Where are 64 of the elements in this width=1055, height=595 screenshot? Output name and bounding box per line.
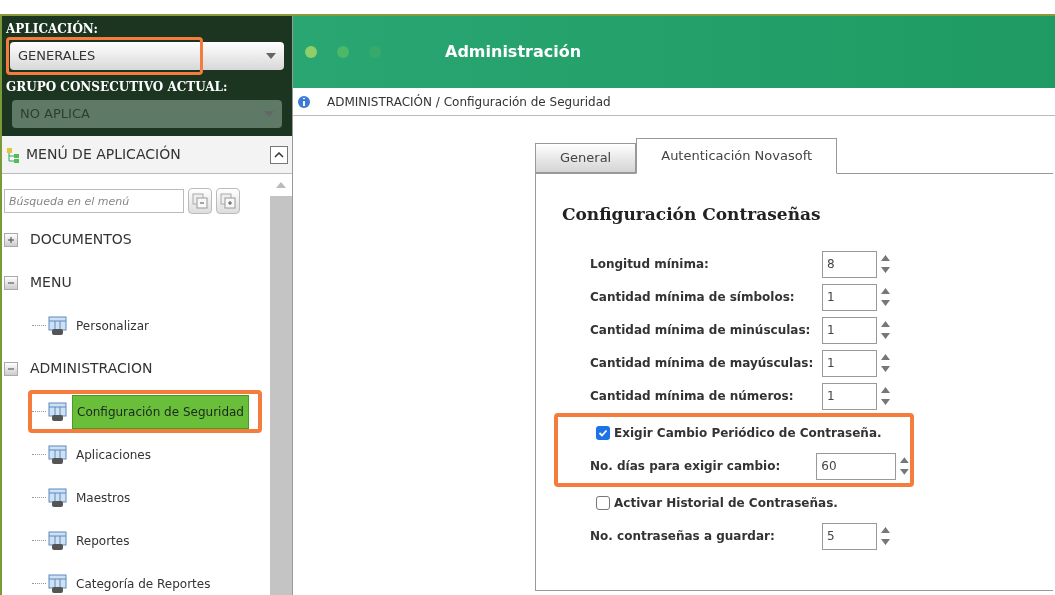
field-label: APLICACIÓN:: [6, 20, 99, 38]
dropdown: NO APLICA: [12, 100, 282, 128]
spinner-icon[interactable]: [899, 454, 910, 478]
field-label: Cantidad mínima de mayúsculas:: [590, 355, 815, 372]
tab[interactable]: General: [535, 143, 637, 173]
scrollbar[interactable]: [270, 174, 292, 595]
tree-item[interactable]: ADMINISTRACION: [30, 358, 153, 379]
tree-item[interactable]: Categoría de Reportes: [72, 574, 215, 593]
number-field[interactable]: 60: [816, 452, 897, 480]
caret-icon: [266, 53, 276, 59]
tree-toggle[interactable]: [4, 275, 18, 290]
tree-item[interactable]: MENU: [30, 272, 72, 293]
tree-item[interactable]: Aplicaciones: [72, 445, 155, 464]
field-label: No. contraseñas a guardar:: [590, 528, 776, 545]
field-label: Cantidad mínima de minúsculas:: [590, 322, 812, 339]
header-title: Administración: [445, 41, 582, 63]
dropdown[interactable]: GENERALES: [10, 42, 284, 70]
breadcrumb: ADMINISTRACIÓN / Configuración de Seguridad: [327, 93, 611, 111]
checkbox-label: Exigir Cambio Periódico de Contraseña.: [614, 425, 882, 442]
search-field[interactable]: Búsqueda en el menú: [4, 189, 184, 213]
tree-toggle[interactable]: [4, 232, 18, 247]
spinner-icon[interactable]: [880, 384, 891, 408]
table-icon: [48, 487, 68, 508]
chevron-up-icon: [274, 151, 284, 158]
tree-item[interactable]: Reportes: [72, 531, 134, 550]
number-field[interactable]: 8: [822, 250, 877, 278]
minus-pages-icon: [192, 193, 208, 209]
number-field[interactable]: 1: [822, 283, 877, 311]
spinner-icon[interactable]: [880, 285, 891, 309]
table-icon: [48, 315, 68, 336]
collapse-button[interactable]: [270, 145, 288, 164]
spinner-icon[interactable]: [880, 252, 891, 276]
table-icon: [48, 444, 68, 465]
number-field[interactable]: 5: [822, 522, 877, 550]
number-field[interactable]: 1: [822, 382, 877, 410]
tree-toggle[interactable]: [4, 361, 18, 376]
panel-title: MENÚ DE APLICACIÓN: [26, 144, 181, 164]
number-field[interactable]: 1: [822, 316, 877, 344]
tab[interactable]: Autenticación Novasoft: [636, 138, 838, 174]
checkbox[interactable]: [596, 496, 610, 510]
tree-icon: [6, 146, 22, 163]
field-label: Longitud mínima:: [590, 256, 710, 273]
tree-item[interactable]: Configuración de Seguridad: [72, 394, 249, 429]
checkmark-icon: [598, 428, 608, 438]
table-icon: [48, 530, 68, 551]
number-field[interactable]: 1: [822, 349, 877, 377]
spinner-icon[interactable]: [880, 524, 891, 548]
table-icon: [48, 573, 68, 594]
plus-pages-icon: [220, 193, 236, 209]
spinner-icon[interactable]: [880, 318, 891, 342]
checkbox[interactable]: [596, 426, 610, 440]
tree-item[interactable]: Personalizar: [72, 316, 153, 335]
spinner-icon[interactable]: [880, 351, 891, 375]
section-title: Configuración Contraseñas: [562, 203, 822, 226]
field-label: Cantidad mínima de números:: [590, 388, 795, 405]
field-label: No. días para exigir cambio:: [590, 458, 782, 475]
checkbox-label: Activar Historial de Contraseñas.: [614, 495, 838, 512]
tree-item[interactable]: Maestros: [72, 488, 135, 507]
tree-item[interactable]: DOCUMENTOS: [30, 229, 132, 250]
field-label: GRUPO CONSECUTIVO ACTUAL:: [6, 79, 229, 96]
plus-icon: [7, 235, 15, 244]
field-label: Cantidad mínima de símbolos:: [590, 289, 796, 306]
table-icon: [48, 401, 68, 422]
info-icon: [297, 94, 311, 109]
